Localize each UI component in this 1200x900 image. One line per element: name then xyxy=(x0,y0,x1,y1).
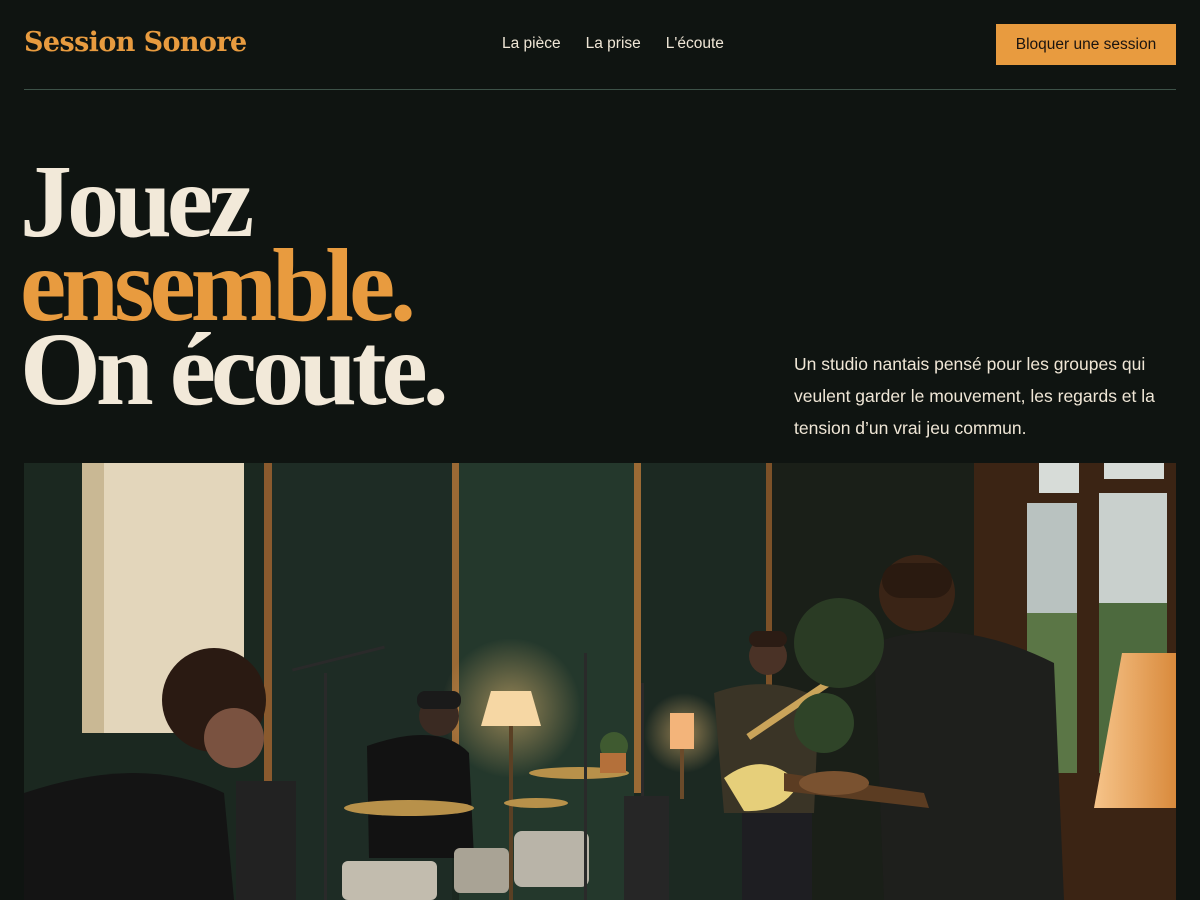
band-photo-illustration xyxy=(24,463,1176,900)
brand-logo[interactable]: Session Sonore xyxy=(24,27,247,58)
nav-item-l-ecoute[interactable]: L'écoute xyxy=(666,35,724,53)
hero-line-3: On écoute. xyxy=(20,312,449,427)
band-photo xyxy=(24,463,1176,900)
site-header: Session Sonore La pièce La prise L'écout… xyxy=(24,0,1176,90)
nav-item-la-prise[interactable]: La prise xyxy=(586,35,641,53)
hero-heading: Jouez ensemble. On écoute. xyxy=(20,150,449,427)
nav-item-la-piece[interactable]: La pièce xyxy=(502,35,561,53)
main-nav: La pièce La prise L'écoute xyxy=(502,35,749,53)
book-session-button[interactable]: Bloquer une session xyxy=(996,24,1176,65)
hero-description: Un studio nantais pensé pour les groupes… xyxy=(794,354,1155,438)
